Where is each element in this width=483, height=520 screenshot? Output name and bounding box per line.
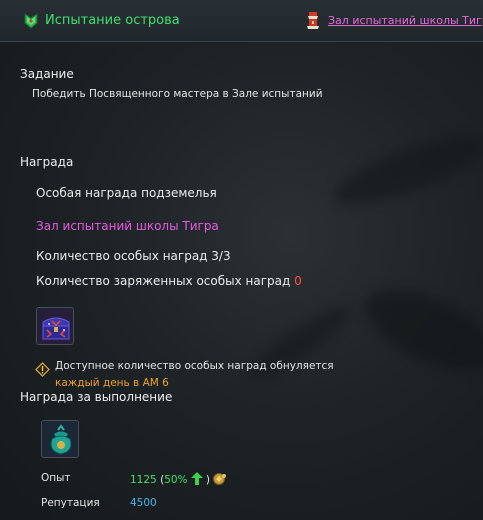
task-heading: Задание [20, 67, 74, 81]
reward-heading: Награда [20, 155, 74, 169]
exp-value-row: 1125 (50% ) [130, 472, 227, 486]
money-pouch-icon [42, 421, 78, 457]
charged-count-label: Количество заряженных особых наград [36, 274, 291, 288]
special-count-label: Количество особых наград [36, 249, 208, 263]
reward-dungeon-name: Зал испытаний школы Тигра [36, 219, 219, 233]
quest-title: Испытание острова [45, 13, 180, 28]
special-count-value: 3/3 [211, 249, 231, 263]
completion-heading: Награда за выполнение [20, 390, 173, 404]
treasure-chest-item[interactable] [36, 307, 74, 345]
special-count-row: Количество особых наград 3/3 [36, 249, 231, 263]
exp-bonus: 50% [164, 474, 188, 486]
treasure-chest-icon [37, 308, 73, 344]
dungeon-link[interactable]: Зал испытаний школы Тигра [328, 14, 483, 27]
exp-value: 1125 [130, 474, 157, 486]
reputation-value: 4500 [130, 497, 157, 509]
quest-header: Испытание острова Зал испытаний школы Ти… [0, 0, 483, 42]
reset-schedule: каждый день в AM 6 [55, 377, 169, 389]
up-arrow-icon [190, 472, 203, 485]
charged-count-row: Количество заряженных особых наград 0 [36, 274, 302, 288]
special-reward-label: Особая награда подземелья [36, 186, 217, 200]
green-scroll-icon [24, 13, 38, 29]
background-shadow [353, 273, 483, 387]
warning-icon [35, 362, 50, 377]
background-shadow [243, 297, 357, 389]
reputation-label: Репутация [41, 497, 100, 509]
bonus-coin-icon [212, 473, 226, 485]
task-description: Победить Посвященного мастера в Зале исп… [32, 88, 323, 100]
reset-notice: Доступное количество особых наград обнул… [55, 360, 334, 372]
exp-bonus-close: ) [205, 474, 210, 486]
background-shadow [327, 123, 483, 217]
exp-label: Опыт [41, 472, 71, 484]
red-tower-icon[interactable] [305, 10, 321, 30]
charged-count-value: 0 [294, 274, 302, 288]
money-pouch-item[interactable] [41, 420, 79, 458]
